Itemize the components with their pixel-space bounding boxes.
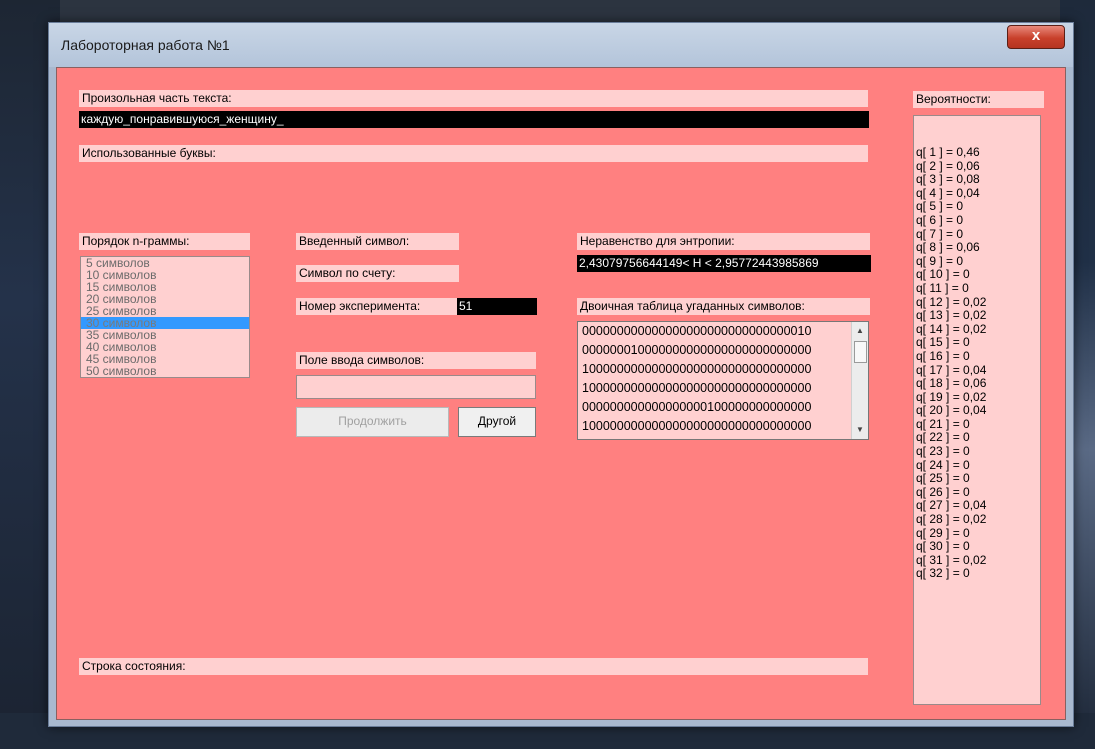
table-row: 000000000000000000000000000000010 (582, 324, 812, 338)
list-item: q[ 7 ] = 0 (916, 226, 964, 241)
symbol-input[interactable] (296, 375, 536, 399)
list-item: q[ 28 ] = 0,02 (916, 512, 987, 527)
list-item: q[ 26 ] = 0 (916, 484, 970, 499)
title-bar[interactable]: Лабороторная работа №1 x (49, 23, 1073, 67)
table-row: 000000010000000000000000000000000 (582, 343, 812, 357)
entropy-label: Неравенство для энтропии: (577, 233, 870, 250)
list-item: q[ 27 ] = 0,04 (916, 498, 987, 513)
list-item: q[ 14 ] = 0,02 (916, 321, 987, 336)
list-item: q[ 11 ] = 0 (916, 280, 969, 295)
list-item: q[ 4 ] = 0,04 (916, 185, 980, 200)
list-item: q[ 3 ] = 0,08 (916, 172, 980, 187)
probabilities-list[interactable]: q[ 1 ] = 0,46 q[ 2 ] = 0,06 q[ 3 ] = 0,08 q… (913, 115, 1041, 705)
list-item: q[ 24 ] = 0 (916, 457, 970, 472)
list-item: q[ 10 ] = 0 (916, 267, 970, 282)
binary-table-scrollbar[interactable]: ▲ ▼ (851, 322, 868, 439)
text-part-label: Произольная часть текста: (79, 90, 868, 107)
binary-table[interactable]: 000000000000000000000000000000010 0000000… (577, 321, 869, 440)
input-field-label: Поле ввода символов: (296, 352, 536, 369)
list-item: q[ 13 ] = 0,02 (916, 308, 987, 323)
list-item: q[ 9 ] = 0 (916, 253, 964, 268)
binary-table-label: Двоичная таблица угаданных символов: (577, 298, 870, 315)
list-item: q[ 32 ] = 0 (916, 566, 970, 581)
ngram-order-label: Порядок n-граммы: (79, 233, 250, 250)
list-item: q[ 1 ] = 0,46 (916, 145, 980, 159)
scroll-thumb[interactable] (854, 341, 867, 363)
list-item: q[ 25 ] = 0 (916, 471, 970, 486)
table-row: 000000000000000000100000000000000 (582, 400, 812, 414)
continue-button[interactable]: Продолжить (296, 407, 449, 437)
list-item: q[ 19 ] = 0,02 (916, 389, 987, 404)
window-title: Лабороторная работа №1 (61, 37, 230, 53)
experiment-number-field: 51 (457, 298, 537, 315)
list-item: q[ 21 ] = 0 (916, 416, 970, 431)
scroll-up-icon[interactable]: ▲ (852, 324, 868, 338)
list-item: q[ 22 ] = 0 (916, 430, 970, 445)
ngram-option[interactable]: 50 символов (81, 365, 249, 377)
entropy-value: 2,43079756644149< H < 2,95772443985869 (577, 255, 871, 272)
list-item: q[ 23 ] = 0 (916, 444, 970, 459)
table-row: 100000000000000000000000000000000 (582, 381, 812, 395)
list-item: q[ 30 ] = 0 (916, 539, 970, 554)
experiment-number-label: Номер эксперимента: (296, 298, 459, 315)
list-item: q[ 12 ] = 0,02 (916, 294, 987, 309)
list-item: q[ 15 ] = 0 (916, 335, 970, 350)
list-item: q[ 8 ] = 0,06 (916, 240, 980, 255)
app-window: Лабороторная работа №1 x Произольная час… (48, 22, 1074, 727)
symbol-count-label: Символ по счету: (296, 265, 459, 282)
status-label: Строка состояния: (79, 658, 868, 675)
scroll-down-icon[interactable]: ▼ (852, 423, 868, 437)
list-item: q[ 29 ] = 0 (916, 525, 970, 540)
table-row: 100000000000000000000000000000000 (582, 419, 812, 433)
list-item: q[ 20 ] = 0,04 (916, 403, 987, 418)
list-item: q[ 17 ] = 0,04 (916, 362, 987, 377)
list-item: q[ 2 ] = 0,06 (916, 158, 980, 173)
list-item: q[ 6 ] = 0 (916, 212, 964, 227)
list-item: q[ 31 ] = 0,02 (916, 552, 987, 567)
list-item: q[ 18 ] = 0,06 (916, 376, 987, 391)
close-button[interactable]: x (1007, 25, 1065, 49)
table-row: 100000000000000000000000000000000 (582, 362, 812, 376)
entered-symbol-label: Введенный символ: (296, 233, 459, 250)
list-item: q[ 16 ] = 0 (916, 348, 970, 363)
client-area: Произольная часть текста: каждую_понрави… (56, 67, 1066, 720)
text-part-field: каждую_понравившуюся_женщину_ (79, 111, 869, 128)
other-button[interactable]: Другой (458, 407, 536, 437)
probabilities-label: Вероятности: (913, 91, 1044, 108)
list-item: q[ 5 ] = 0 (916, 199, 964, 214)
ngram-order-list[interactable]: 5 символов 10 символов 15 символов 20 симво… (80, 256, 250, 378)
used-letters-label: Использованные буквы: (79, 145, 868, 162)
